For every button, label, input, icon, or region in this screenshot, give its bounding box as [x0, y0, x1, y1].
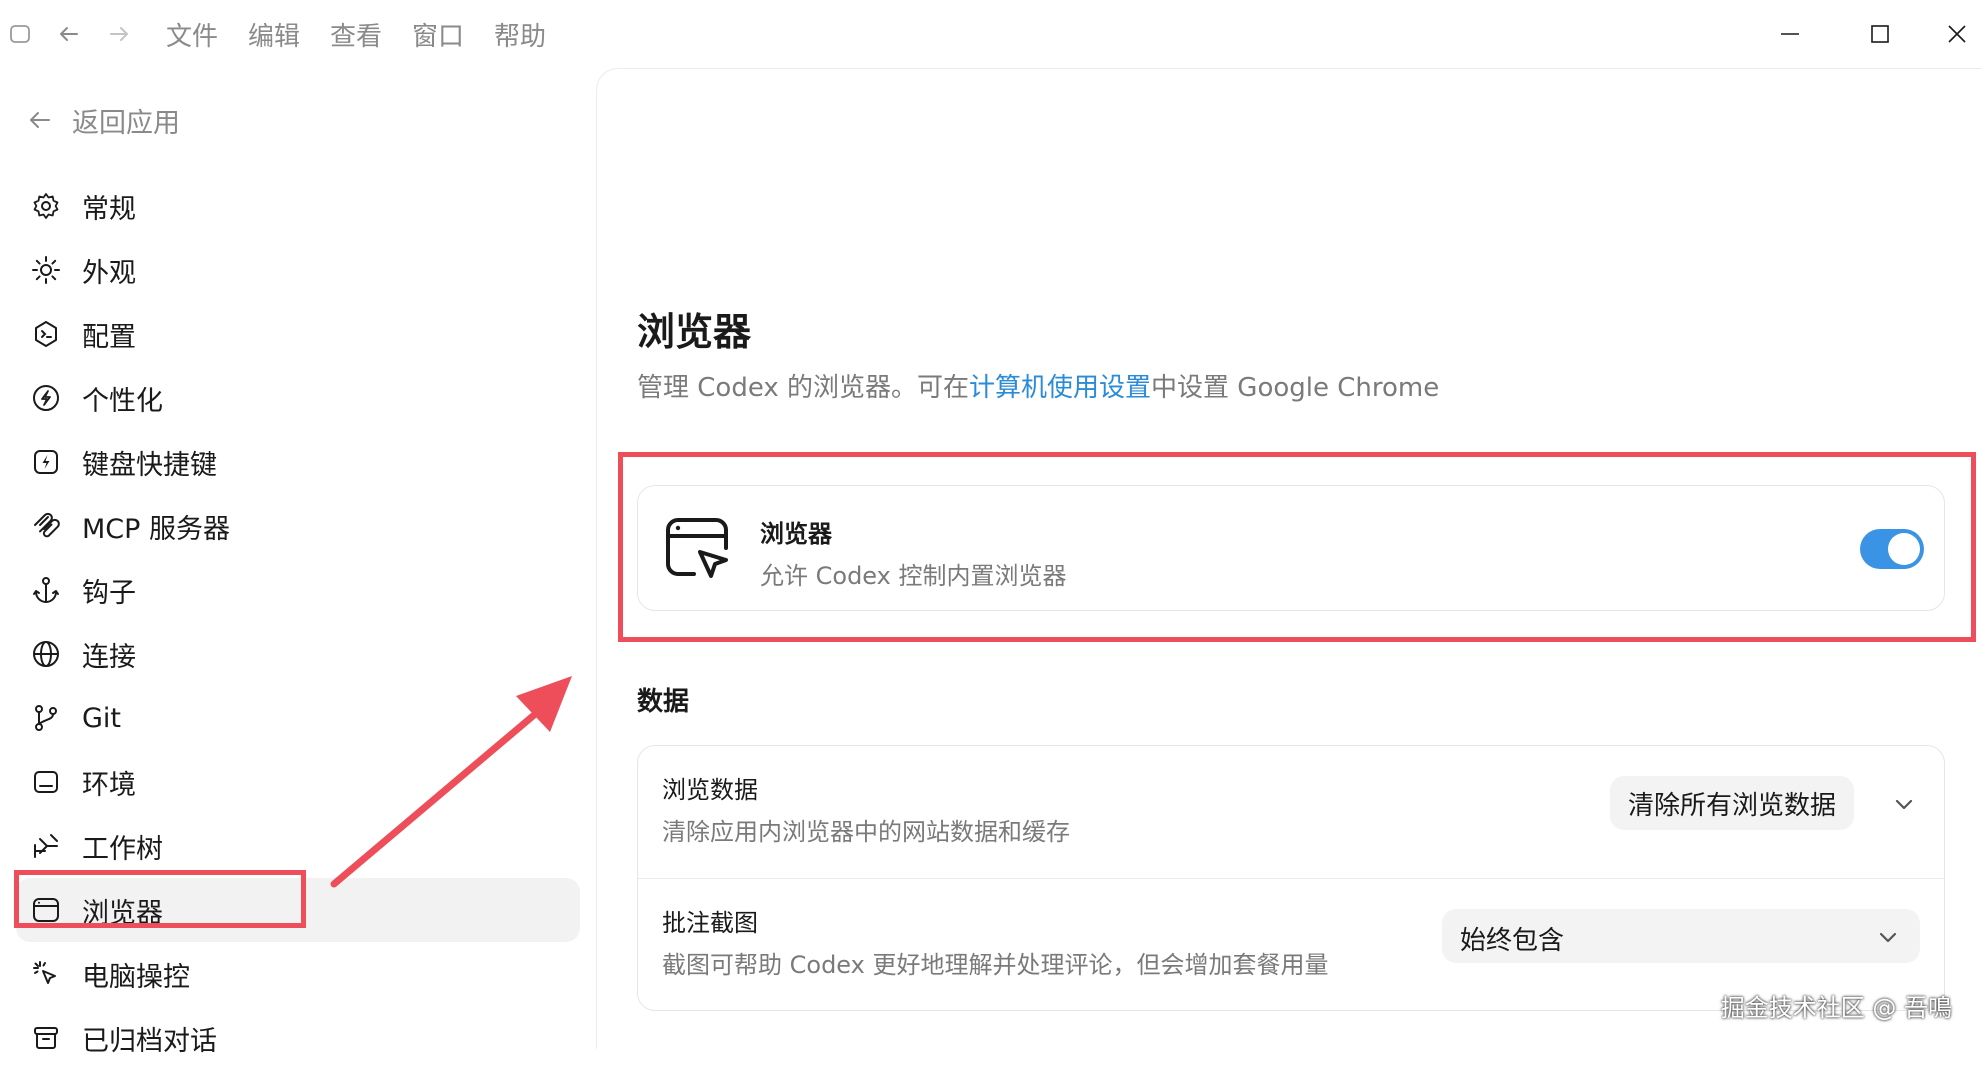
personalize-icon [30, 382, 62, 414]
forward-arrow-icon[interactable] [106, 14, 136, 54]
sidebar-item-label: MCP 服务器 [82, 513, 231, 545]
annotated-screenshot-subtitle: 截图可帮助 Codex 更好地理解并处理评论，但会增加套餐用量 [662, 951, 1329, 979]
sidebar-item-label: 已归档对话 [82, 1025, 217, 1057]
settings-nav: 常规 外观 配置 个性化 键盘快捷键 MCP 服务器 钩子 连接 Git 环境 … [0, 174, 596, 1070]
chevron-down-icon[interactable] [1890, 790, 1918, 818]
anchor-icon [30, 574, 62, 606]
mcp-icon [30, 510, 62, 542]
menu-window[interactable]: 窗口 [412, 14, 464, 54]
sidebar-item-label: 环境 [82, 769, 136, 801]
sidebar-item-computer-control[interactable]: 电脑操控 [16, 942, 580, 1006]
arrow-left-icon [30, 112, 50, 128]
sidebar-item-label: 钩子 [82, 577, 136, 609]
browsing-data-row: 浏览数据 清除应用内浏览器中的网站数据和缓存 清除所有浏览数据 [638, 746, 1944, 878]
sidebar-item-mcp-servers[interactable]: MCP 服务器 [16, 494, 580, 558]
maximize-icon [1871, 25, 1889, 43]
sidebar-item-label: 连接 [82, 641, 136, 673]
browsing-data-title: 浏览数据 [662, 776, 758, 804]
browsing-data-subtitle: 清除应用内浏览器中的网站数据和缓存 [662, 818, 1070, 846]
sidebar-item-label: 工作树 [82, 833, 163, 865]
minimize-button[interactable] [1760, 14, 1820, 54]
terminal-icon [30, 766, 62, 798]
sidebar-item-label: Git [82, 702, 122, 734]
minimize-icon [1781, 33, 1799, 35]
lightning-icon [30, 446, 62, 478]
sidebar-item-connections[interactable]: 连接 [16, 622, 580, 686]
sidebar-item-label: 常规 [82, 193, 136, 225]
chevron-down-icon [1879, 932, 1897, 943]
sidebar-item-label: 电脑操控 [82, 961, 190, 993]
sidebar-item-personalization[interactable]: 个性化 [16, 366, 580, 430]
sidebar-toggle-icon[interactable] [8, 14, 38, 54]
sidebar-item-label: 键盘快捷键 [82, 449, 217, 481]
sidebar-item-git[interactable]: Git [16, 686, 580, 750]
page-title: 浏览器 [637, 310, 752, 354]
data-section-title: 数据 [637, 687, 690, 717]
sidebar-item-appearance[interactable]: 外观 [16, 238, 580, 302]
worktree-icon [30, 830, 62, 862]
annotated-screenshot-title: 批注截图 [662, 909, 758, 937]
close-button[interactable] [1932, 14, 1982, 54]
screenshot-include-select[interactable]: 始终包含 [1442, 909, 1920, 963]
page-description: 管理 Codex 的浏览器。可在计算机使用设置中设置 Google Chrome [637, 367, 1439, 404]
back-arrow-icon[interactable] [56, 14, 86, 54]
sidebar-item-label: 配置 [82, 321, 136, 353]
sun-icon [30, 254, 62, 286]
annotation-highlight-sidebar [14, 870, 306, 928]
gear-icon [30, 190, 62, 222]
sidebar-item-label: 个性化 [82, 385, 163, 417]
sidebar-item-keyboard-shortcuts[interactable]: 键盘快捷键 [16, 430, 580, 494]
sidebar-item-environment[interactable]: 环境 [16, 750, 580, 814]
clear-browsing-data-button[interactable]: 清除所有浏览数据 [1609, 776, 1854, 830]
globe-icon [30, 638, 62, 670]
shield-code-icon [30, 318, 62, 350]
sidebar-item-label: 外观 [82, 257, 136, 289]
watermark-text: 掘金技术社区 @ 吾鳴 [1720, 994, 1952, 1022]
cursor-click-icon [30, 958, 62, 990]
back-to-app-label: 返回应用 [72, 107, 180, 139]
menu-help[interactable]: 帮助 [494, 14, 546, 54]
sidebar-item-hooks[interactable]: 钩子 [16, 558, 580, 622]
screenshot-include-value: 始终包含 [1460, 926, 1565, 956]
menu-edit[interactable]: 编辑 [248, 14, 300, 54]
menu-view[interactable]: 查看 [330, 14, 382, 54]
page-description-suffix: 中设置 Google Chrome [1151, 373, 1440, 403]
computer-use-settings-link[interactable]: 计算机使用设置 [969, 373, 1151, 403]
archive-icon [30, 1022, 62, 1054]
maximize-button[interactable] [1850, 14, 1910, 54]
data-settings-card: 浏览数据 清除应用内浏览器中的网站数据和缓存 清除所有浏览数据 批注截图 截图可… [637, 745, 1945, 1011]
annotation-highlight-card [618, 452, 1976, 642]
title-bar: 文件 编辑 查看 窗口 帮助 [0, 0, 1982, 68]
sidebar-item-worktree[interactable]: 工作树 [16, 814, 580, 878]
git-branch-icon [30, 702, 62, 734]
close-icon [1948, 25, 1966, 43]
sidebar-item-archived-chats[interactable]: 已归档对话 [16, 1006, 580, 1070]
sidebar-item-config[interactable]: 配置 [16, 302, 580, 366]
menu-file[interactable]: 文件 [166, 14, 218, 54]
sidebar-item-general[interactable]: 常规 [16, 174, 580, 238]
back-to-app-link[interactable]: 返回应用 [26, 98, 180, 142]
page-description-prefix: 管理 Codex 的浏览器。可在 [637, 373, 970, 403]
